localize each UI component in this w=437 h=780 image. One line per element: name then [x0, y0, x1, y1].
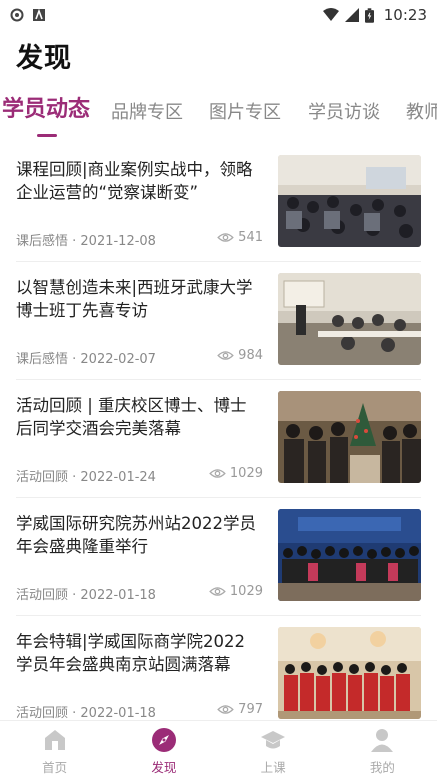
home-icon: [44, 730, 65, 750]
list-item[interactable]: 活动回顾 | 重庆校区博士、博士后同学交酒会完美落幕 活动回顾 · 2022-0…: [16, 380, 421, 498]
status-time: 10:23: [383, 6, 427, 24]
view-count: 541: [238, 230, 263, 245]
article-category-date: 活动回顾 · 2022-01-24: [16, 470, 156, 485]
list-item[interactable]: 课程回顾|商业案例实战中，领略企业运营的“觉察谋断变” 课后感悟 · 2021-…: [16, 144, 421, 262]
battery-icon: [364, 7, 374, 23]
article-list: 课程回顾|商业案例实战中，领略企业运营的“觉察谋断变” 课后感悟 · 2021-…: [0, 144, 437, 734]
article-views: 541: [217, 230, 263, 245]
tabbar-label: 首页: [42, 760, 68, 775]
eye-icon: [217, 233, 234, 242]
article-thumbnail[interactable]: [278, 509, 421, 601]
wifi-icon: [322, 8, 339, 21]
view-count: 1029: [229, 466, 263, 481]
tab-photo-zone[interactable]: 图片专区: [209, 95, 281, 131]
eye-icon: [209, 587, 226, 596]
article-thumbnail[interactable]: [278, 627, 421, 719]
tabbar-mine[interactable]: 我的: [328, 721, 437, 780]
view-count: 797: [238, 702, 263, 717]
view-count: 1029: [229, 584, 263, 599]
article-category-date: 课后感悟 · 2021-12-08: [16, 234, 156, 249]
user-icon: [371, 729, 394, 752]
eye-icon: [209, 469, 226, 478]
article-thumbnail[interactable]: [278, 391, 421, 483]
article-thumbnail[interactable]: [278, 155, 421, 247]
status-bar: 10:23: [0, 0, 437, 30]
view-count: 984: [238, 348, 263, 363]
article-title: 活动回顾 | 重庆校区博士、博士后同学交酒会完美落幕: [16, 396, 247, 438]
article-views: 1029: [209, 466, 263, 481]
article-title: 以智慧创造未来|西班牙武康大学博士班丁先喜专访: [16, 278, 253, 320]
compass-icon: [151, 728, 176, 752]
article-title: 学威国际研究院苏州站2022学员年会盛典隆重举行: [16, 514, 256, 556]
list-item[interactable]: 以智慧创造未来|西班牙武康大学博士班丁先喜专访 课后感悟 · 2022-02-0…: [16, 262, 421, 380]
tabbar-home[interactable]: 首页: [0, 721, 109, 780]
active-tab-indicator: [37, 134, 57, 137]
article-views: 984: [217, 348, 263, 363]
article-thumbnail[interactable]: [278, 273, 421, 365]
tabbar-label: 我的: [369, 760, 395, 775]
tab-student-news[interactable]: 学员动态: [2, 92, 90, 128]
list-item[interactable]: 学威国际研究院苏州站2022学员年会盛典隆重举行 活动回顾 · 2022-01-…: [16, 498, 421, 616]
graduation-cap-icon: [261, 731, 286, 749]
tab-teachers[interactable]: 教师: [406, 95, 437, 131]
signal-icon: [344, 8, 359, 22]
article-title: 课程回顾|商业案例实战中，领略企业运营的“觉察谋断变”: [16, 160, 253, 202]
tabbar-discover[interactable]: 发现: [109, 721, 218, 780]
article-views: 1029: [209, 584, 263, 599]
article-category-date: 活动回顾 · 2022-01-18: [16, 706, 156, 721]
page-title: 发现: [16, 43, 72, 74]
bottom-tab-bar: 首页 发现 上课 我的: [0, 720, 437, 780]
tab-student-interviews[interactable]: 学员访谈: [308, 95, 380, 131]
sync-icon: [10, 8, 24, 22]
eye-icon: [217, 705, 234, 714]
article-category-date: 活动回顾 · 2022-01-18: [16, 588, 156, 603]
eye-icon: [217, 351, 234, 360]
article-title: 年会特辑|学威国际商学院2022学员年会盛典南京站圆满落幕: [16, 632, 246, 674]
category-tabs: 学员动态 品牌专区 图片专区 学员访谈 教师: [0, 92, 437, 136]
app-notification-icon: [33, 8, 45, 21]
tabbar-label: 发现: [151, 760, 177, 775]
list-item[interactable]: 年会特辑|学威国际商学院2022学员年会盛典南京站圆满落幕 活动回顾 · 202…: [16, 616, 421, 734]
tabbar-class[interactable]: 上课: [219, 721, 328, 780]
article-views: 797: [217, 702, 263, 717]
tabbar-label: 上课: [260, 760, 286, 775]
tab-brand-zone[interactable]: 品牌专区: [111, 95, 183, 131]
article-category-date: 课后感悟 · 2022-02-07: [16, 352, 156, 367]
